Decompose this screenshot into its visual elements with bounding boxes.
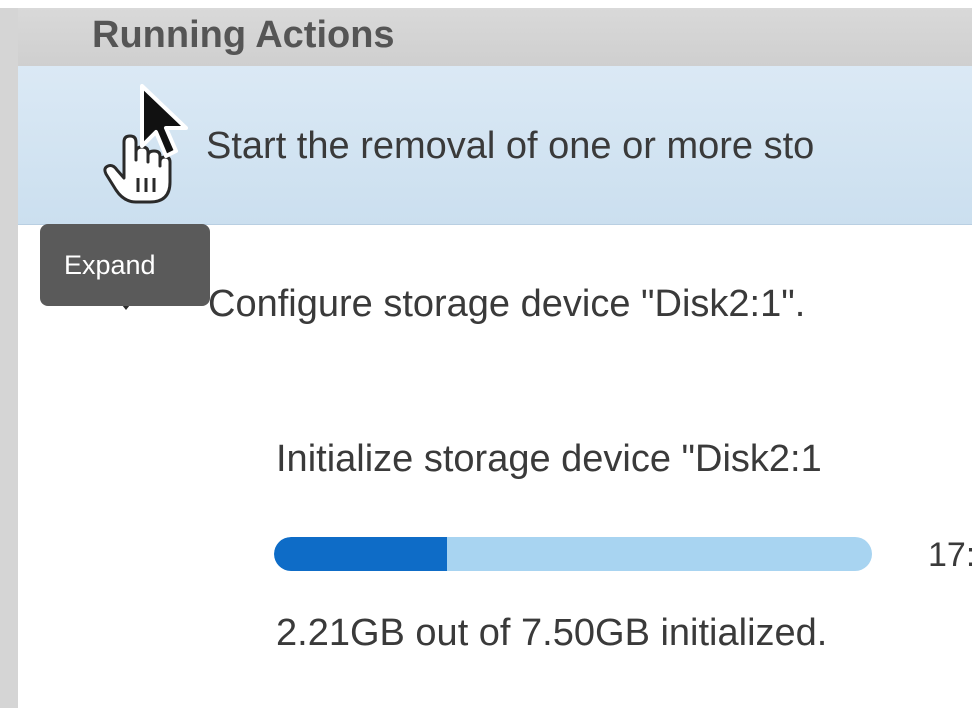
top-edge	[0, 0, 972, 8]
progress-bar	[274, 537, 872, 571]
progress-detail: 2.21GB out of 7.50GB initialized.	[276, 612, 828, 654]
running-actions-header: Running Actions	[0, 8, 972, 67]
bottom-edge	[0, 708, 972, 725]
expand-tooltip-text: Expand	[64, 250, 156, 280]
expand-tooltip: Expand	[40, 224, 210, 306]
arrow-cursor-icon	[140, 84, 188, 158]
sub-action-label: Initialize storage device "Disk2:1	[276, 438, 822, 480]
action-row-configure-label: Configure storage device "Disk2:1".	[208, 283, 806, 325]
progress-bar-fill	[274, 537, 448, 571]
left-gutter	[0, 8, 18, 708]
progress-time-label: 17:	[928, 536, 972, 574]
action-row-removal-label: Start the removal of one or more sto	[206, 125, 815, 167]
running-actions-window: Running Actions Start the removal of one…	[0, 0, 972, 725]
page-title: Running Actions	[92, 14, 395, 56]
